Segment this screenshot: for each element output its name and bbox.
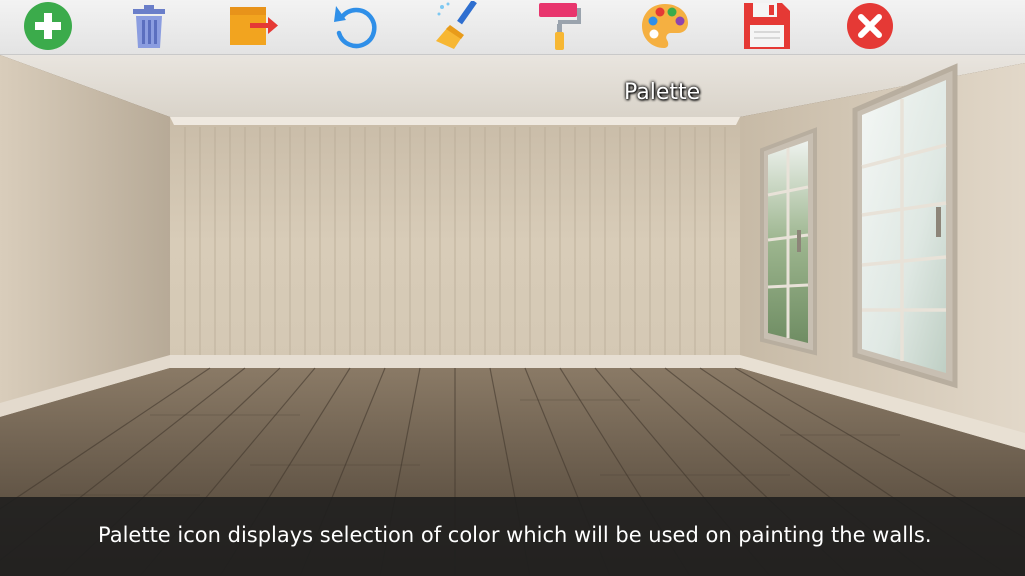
paint-roller-icon	[539, 3, 581, 50]
undo-icon	[334, 6, 377, 49]
palette-button[interactable]	[640, 1, 690, 51]
close-button[interactable]	[845, 1, 895, 51]
clear-button[interactable]	[434, 1, 484, 51]
broom-icon	[436, 1, 477, 49]
paint-roller-button[interactable]	[536, 1, 586, 51]
palette-icon	[642, 4, 688, 48]
undo-button[interactable]	[330, 1, 380, 51]
save-icon	[744, 3, 790, 49]
toolbar	[0, 0, 1025, 55]
trash-icon	[133, 5, 165, 48]
save-button[interactable]	[742, 1, 792, 51]
palette-tooltip: Palette	[624, 80, 701, 105]
add-button[interactable]	[23, 1, 73, 51]
add-icon	[24, 2, 72, 50]
export-button[interactable]	[228, 1, 278, 51]
close-icon	[847, 3, 893, 49]
delete-button[interactable]	[124, 1, 174, 51]
instruction-caption: Palette icon displays selection of color…	[98, 523, 932, 547]
export-icon	[230, 7, 278, 45]
